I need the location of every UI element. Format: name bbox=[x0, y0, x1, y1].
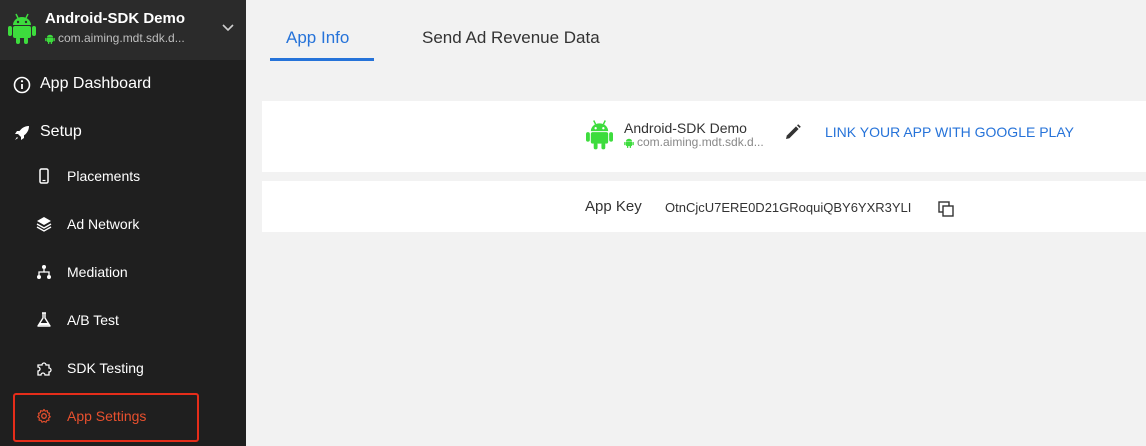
sidebar: Android-SDK Demo com.aiming.mdt.sdk.d... bbox=[0, 0, 246, 446]
android-small-icon bbox=[624, 138, 634, 148]
android-icon bbox=[8, 13, 36, 44]
nav-mediation-label: Mediation bbox=[67, 264, 128, 280]
copy-icon[interactable] bbox=[938, 201, 955, 217]
app-info-card: Android-SDK Demo com.aiming.mdt.sdk.d...… bbox=[262, 101, 1146, 172]
edit-pencil-icon[interactable] bbox=[784, 123, 802, 141]
android-small-icon bbox=[45, 34, 55, 44]
nav-sdk-testing-label: SDK Testing bbox=[67, 360, 144, 376]
flask-icon bbox=[37, 312, 51, 327]
app-switcher[interactable]: Android-SDK Demo com.aiming.mdt.sdk.d... bbox=[0, 0, 246, 60]
nav-setup-label: Setup bbox=[40, 123, 82, 140]
rocket-icon bbox=[15, 126, 29, 140]
nav-sdk-testing[interactable]: SDK Testing bbox=[0, 344, 246, 392]
app-name: Android-SDK Demo bbox=[624, 120, 747, 136]
hierarchy-icon bbox=[37, 265, 51, 279]
link-google-play-button[interactable]: LINK YOUR APP WITH GOOGLE PLAY bbox=[825, 124, 1074, 140]
app-package-text: com.aiming.mdt.sdk.d... bbox=[637, 135, 764, 149]
tab-app-info[interactable]: App Info bbox=[286, 28, 349, 48]
app-key-value: OtnCjcU7ERE0D21GRoquiQBY6YXR3YLI bbox=[665, 200, 912, 215]
highlight-box bbox=[13, 393, 199, 442]
tab-send-ad-revenue-data[interactable]: Send Ad Revenue Data bbox=[422, 28, 600, 48]
android-icon bbox=[586, 120, 613, 150]
nav-ab-test-label: A/B Test bbox=[67, 312, 119, 328]
tab-bar: App Info Send Ad Revenue Data bbox=[246, 0, 1146, 62]
app-package: com.aiming.mdt.sdk.d... bbox=[45, 31, 185, 45]
app-package-text: com.aiming.mdt.sdk.d... bbox=[58, 31, 185, 45]
puzzle-icon bbox=[37, 362, 52, 376]
nav-mediation[interactable]: Mediation bbox=[0, 248, 246, 296]
chevron-down-icon bbox=[222, 24, 234, 32]
nav-ad-network[interactable]: Ad Network bbox=[0, 200, 246, 248]
active-tab-indicator bbox=[270, 58, 374, 61]
nav-ab-test[interactable]: A/B Test bbox=[0, 296, 246, 344]
nav-app-dashboard[interactable]: App Dashboard bbox=[0, 60, 246, 108]
info-circle-icon bbox=[13, 76, 31, 94]
nav-setup[interactable]: Setup bbox=[0, 108, 246, 156]
nav-placements-label: Placements bbox=[67, 168, 141, 184]
nav-placements[interactable]: Placements bbox=[0, 152, 246, 200]
app-package: com.aiming.mdt.sdk.d... bbox=[624, 135, 764, 149]
app-key-label: App Key bbox=[585, 198, 642, 215]
phone-icon bbox=[39, 168, 49, 184]
nav-app-dashboard-label: App Dashboard bbox=[40, 75, 152, 92]
layers-icon bbox=[36, 217, 52, 232]
app-name: Android-SDK Demo bbox=[45, 10, 185, 27]
app-key-card: App Key OtnCjcU7ERE0D21GRoquiQBY6YXR3YLI bbox=[262, 181, 1146, 232]
nav-ad-network-label: Ad Network bbox=[67, 216, 140, 232]
